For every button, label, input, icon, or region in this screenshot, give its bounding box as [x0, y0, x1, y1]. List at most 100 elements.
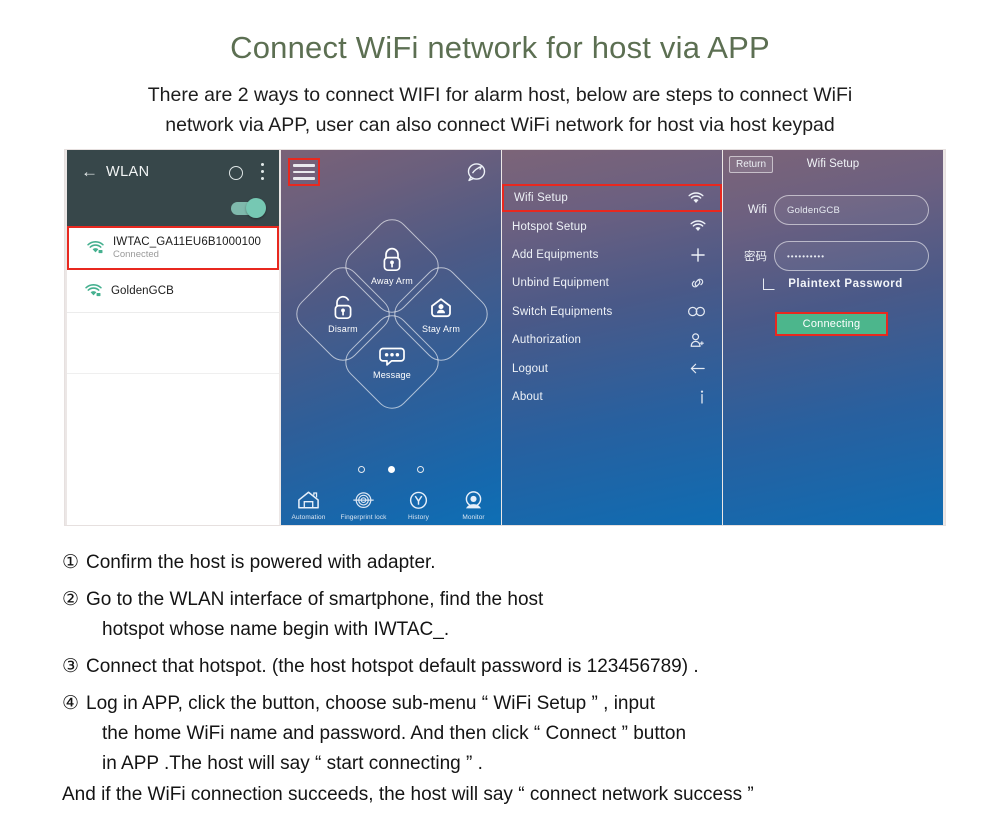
- subtitle-line-2: network via APP, user can also connect W…: [165, 114, 835, 136]
- nav-item-automation[interactable]: Automation: [281, 473, 336, 521]
- menu-item-label: Unbind Equipment: [512, 277, 610, 290]
- menu-item-add-equipments[interactable]: Add Equipments: [502, 241, 722, 269]
- wifi-toggle-knob[interactable]: [246, 198, 266, 218]
- page-dot[interactable]: [416, 466, 424, 473]
- instruction-steps: ① Confirm the host is powered with adapt…: [62, 548, 962, 810]
- kebab-menu-icon[interactable]: [261, 163, 264, 180]
- step-text: Go to the WLAN interface of smartphone, …: [86, 585, 962, 645]
- locked-padlock-icon: [383, 247, 401, 272]
- wifi-setup-header: Return Wifi Setup: [723, 150, 943, 182]
- wifi-ssid-input[interactable]: GoldenGCB: [774, 195, 929, 225]
- logout-arrow-icon: [684, 362, 706, 375]
- person-home-icon: [431, 298, 451, 318]
- clock-icon: [409, 491, 428, 509]
- step-line: Go to the WLAN interface of smartphone, …: [86, 589, 544, 610]
- tile-label: Disarm: [328, 324, 358, 334]
- subtitle-line-1: There are 2 ways to connect WIFI for ala…: [147, 84, 853, 106]
- arm-tiles-group: Away Arm Disarm Stay Arm Message: [281, 212, 501, 416]
- unlocked-padlock-icon: [334, 295, 352, 320]
- circle-icon[interactable]: [229, 166, 243, 180]
- step-line: the home WiFi name and password. And the…: [102, 723, 687, 744]
- wifi-toggle-row[interactable]: [67, 194, 279, 226]
- step-text: Log in APP, click the button, choose sub…: [86, 689, 962, 779]
- menu-item-about[interactable]: About: [502, 383, 722, 411]
- step-line: Confirm the host is powered with adapter…: [86, 552, 436, 573]
- menu-item-switch-equipments[interactable]: Switch Equipments: [502, 298, 722, 326]
- menu-item-label: About: [512, 390, 543, 403]
- nav-label: Fingerprint lock: [340, 514, 387, 521]
- step-line: hotspot whose name begin with IWTAC_.: [102, 619, 450, 640]
- step-line: Connect that hotspot. (the host hotspot …: [86, 656, 699, 677]
- step-item: ③ Connect that hotspot. (the host hotspo…: [62, 652, 962, 682]
- menu-item-authorization[interactable]: Authorization: [502, 326, 722, 354]
- menu-item-label: Authorization: [512, 334, 582, 347]
- bottom-navigation-bar: Automation Fingerprint lock History Moni…: [281, 473, 501, 521]
- wlan-app-bar: ← WLAN: [67, 150, 279, 194]
- panel-wlan: ← WLAN IWTAC_GA11EU6B1000100 Connected G…: [67, 150, 279, 525]
- step-line: Log in APP, click the button, choose sub…: [86, 693, 655, 714]
- back-arrow-icon[interactable]: ←: [81, 163, 98, 180]
- menu-item-label: Wifi Setup: [514, 192, 568, 205]
- step-text: Confirm the host is powered with adapter…: [86, 548, 962, 578]
- page-title: Connect WiFi network for host via APP: [230, 30, 770, 65]
- footer-note: And if the WiFi connection succeeds, the…: [62, 784, 754, 805]
- step-item: ④ Log in APP, click the button, choose s…: [62, 689, 962, 779]
- plaintext-password-label: Plaintext Password: [788, 278, 903, 290]
- wifi-network-text: GoldenGCB: [107, 285, 174, 298]
- info-icon: [684, 389, 706, 405]
- plaintext-password-row[interactable]: Plaintext Password: [723, 278, 943, 290]
- wifi-network-row-selected[interactable]: IWTAC_GA11EU6B1000100 Connected: [67, 226, 279, 270]
- page-root: Connect WiFi network for host via APP Th…: [0, 0, 1000, 815]
- wifi-ssid-label: Wifi: [747, 204, 767, 216]
- wifi-password-label: 密码: [744, 251, 767, 263]
- step-number: ②: [62, 589, 80, 610]
- nav-item-monitor[interactable]: Monitor: [446, 473, 501, 521]
- menu-item-unbind-equipment[interactable]: Unbind Equipment: [502, 269, 722, 297]
- wifi-ssid: IWTAC_GA11EU6B1000100: [113, 235, 262, 248]
- wifi-icon: [684, 220, 706, 233]
- add-user-icon: [684, 332, 706, 348]
- menu-item-hotspot-setup[interactable]: Hotspot Setup: [502, 212, 722, 240]
- wifi-network-text: IWTAC_GA11EU6B1000100 Connected: [109, 236, 261, 261]
- menu-item-label: Add Equipments: [512, 248, 599, 261]
- step-text: Connect that hotspot. (the host hotspot …: [86, 652, 962, 682]
- menu-item-logout[interactable]: Logout: [502, 354, 722, 382]
- hamburger-menu-icon[interactable]: [288, 158, 320, 186]
- menu-item-label: Switch Equipments: [512, 305, 613, 318]
- message-bubble-icon[interactable]: [465, 161, 489, 185]
- wifi-secure-icon: [81, 241, 109, 255]
- page-dot[interactable]: [358, 466, 366, 473]
- side-menu-list: Wifi Setup Hotspot Setup Add Equipments …: [502, 184, 722, 411]
- panel-side-menu: Wifi Setup Hotspot Setup Add Equipments …: [502, 150, 722, 525]
- step-item: ① Confirm the host is powered with adapt…: [62, 548, 962, 578]
- wifi-setup-title: Wifi Setup: [806, 158, 860, 170]
- tile-message-content: Message: [355, 325, 429, 399]
- step-number: ①: [62, 552, 80, 573]
- connecting-button[interactable]: Connecting: [775, 312, 888, 336]
- link-icon: [684, 275, 706, 291]
- step-number: ④: [62, 693, 80, 714]
- page-dot-active[interactable]: [387, 466, 395, 473]
- wifi-network-row[interactable]: GoldenGCB: [67, 270, 279, 313]
- fingerprint-icon: [353, 492, 374, 509]
- panel-wifi-setup: Return Wifi Setup Wifi GoldenGCB 密码 ••••…: [723, 150, 943, 525]
- step-number: ③: [62, 656, 80, 677]
- step-item: ② Go to the WLAN interface of smartphone…: [62, 585, 962, 645]
- screenshot-strip: ← WLAN IWTAC_GA11EU6B1000100 Connected G…: [65, 150, 945, 525]
- wifi-icon: [682, 191, 704, 205]
- tile-label: Message: [373, 370, 411, 380]
- nav-item-fingerprint-lock[interactable]: Fingerprint lock: [336, 473, 391, 521]
- chat-bubble-icon: [379, 347, 405, 366]
- nav-item-history[interactable]: History: [391, 473, 446, 521]
- wifi-list-empty-area: [67, 313, 279, 374]
- camera-icon: [465, 491, 482, 509]
- wifi-secure-icon: [79, 284, 107, 298]
- plaintext-password-checkbox[interactable]: [763, 278, 776, 290]
- wifi-password-field-row: 密码 ••••••••••: [733, 238, 929, 274]
- menu-item-wifi-setup[interactable]: Wifi Setup: [502, 184, 722, 213]
- home-icon: [298, 491, 319, 509]
- nav-label: Monitor: [462, 514, 485, 521]
- wifi-ssid: GoldenGCB: [111, 284, 174, 297]
- wifi-password-input[interactable]: ••••••••••: [774, 241, 929, 271]
- nav-label: Automation: [291, 514, 326, 521]
